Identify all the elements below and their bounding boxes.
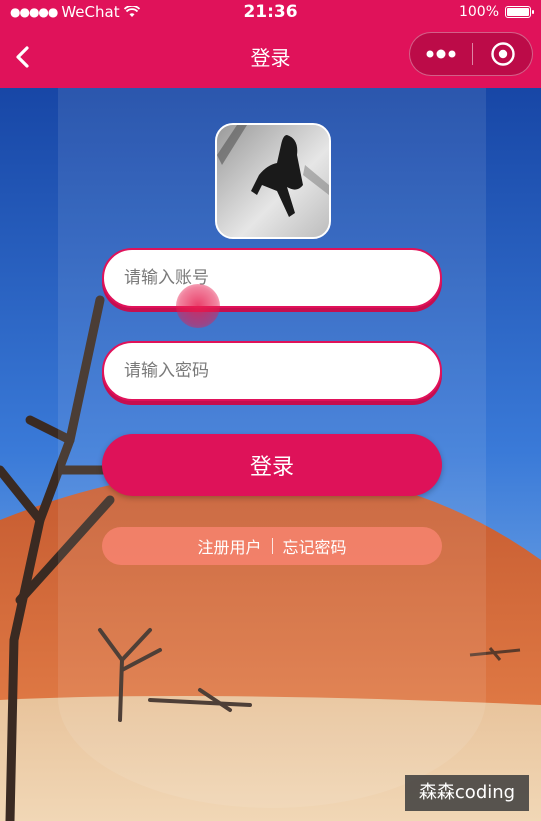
account-input[interactable]	[104, 250, 440, 306]
battery-percent: 100%	[458, 4, 499, 20]
back-button[interactable]	[6, 40, 40, 74]
forgot-password-link[interactable]: 忘记密码	[273, 534, 357, 558]
login-button[interactable]: 登录	[102, 434, 442, 496]
watermark: 森森coding	[405, 775, 529, 811]
avatar	[215, 123, 331, 239]
close-button[interactable]	[473, 33, 532, 75]
nav-bar: 登录	[0, 26, 541, 88]
miniprogram-capsule	[409, 32, 533, 76]
password-field-wrapper	[102, 341, 442, 401]
login-screen: ●●●●● WeChat 21:36 100% 登录 请输入账号 登录 注册用户…	[0, 0, 541, 821]
avatar-image	[217, 125, 329, 237]
status-bar: ●●●●● WeChat 21:36 100%	[0, 0, 541, 26]
target-circle-icon	[490, 42, 515, 66]
register-link[interactable]: 注册用户	[187, 534, 271, 558]
battery-icon	[505, 6, 534, 18]
links-bar: 注册用户 忘记密码	[102, 527, 442, 565]
status-right: 100%	[458, 4, 534, 20]
account-field-wrapper	[102, 248, 442, 308]
more-dots-icon	[426, 49, 456, 59]
chevron-left-icon	[16, 46, 29, 68]
more-button[interactable]	[410, 33, 472, 75]
password-input[interactable]	[104, 343, 440, 399]
